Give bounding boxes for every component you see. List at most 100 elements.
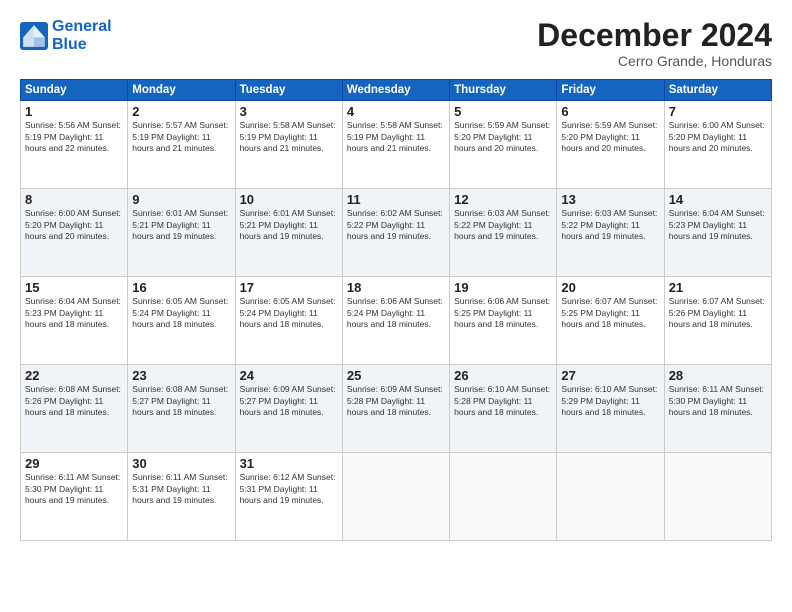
day-number: 24 [240, 368, 338, 383]
calendar-cell: 31Sunrise: 6:12 AM Sunset: 5:31 PM Dayli… [235, 453, 342, 541]
day-info: Sunrise: 5:58 AM Sunset: 5:19 PM Dayligh… [240, 120, 338, 154]
day-number: 10 [240, 192, 338, 207]
day-number: 25 [347, 368, 445, 383]
day-info: Sunrise: 5:57 AM Sunset: 5:19 PM Dayligh… [132, 120, 230, 154]
day-number: 31 [240, 456, 338, 471]
day-number: 27 [561, 368, 659, 383]
calendar-cell: 15Sunrise: 6:04 AM Sunset: 5:23 PM Dayli… [21, 277, 128, 365]
calendar-header-row: SundayMondayTuesdayWednesdayThursdayFrid… [21, 80, 772, 101]
header-day-saturday: Saturday [664, 80, 771, 101]
calendar-cell: 29Sunrise: 6:11 AM Sunset: 5:30 PM Dayli… [21, 453, 128, 541]
calendar-cell: 20Sunrise: 6:07 AM Sunset: 5:25 PM Dayli… [557, 277, 664, 365]
day-info: Sunrise: 6:06 AM Sunset: 5:24 PM Dayligh… [347, 296, 445, 330]
day-info: Sunrise: 6:03 AM Sunset: 5:22 PM Dayligh… [561, 208, 659, 242]
day-info: Sunrise: 5:56 AM Sunset: 5:19 PM Dayligh… [25, 120, 123, 154]
day-number: 29 [25, 456, 123, 471]
calendar-cell: 23Sunrise: 6:08 AM Sunset: 5:27 PM Dayli… [128, 365, 235, 453]
calendar-cell: 21Sunrise: 6:07 AM Sunset: 5:26 PM Dayli… [664, 277, 771, 365]
subtitle: Cerro Grande, Honduras [537, 53, 772, 69]
calendar-cell: 6Sunrise: 5:59 AM Sunset: 5:20 PM Daylig… [557, 101, 664, 189]
day-info: Sunrise: 6:00 AM Sunset: 5:20 PM Dayligh… [25, 208, 123, 242]
calendar-cell: 27Sunrise: 6:10 AM Sunset: 5:29 PM Dayli… [557, 365, 664, 453]
header: General Blue December 2024 Cerro Grande,… [20, 18, 772, 69]
calendar-week-row: 22Sunrise: 6:08 AM Sunset: 5:26 PM Dayli… [21, 365, 772, 453]
day-info: Sunrise: 6:11 AM Sunset: 5:30 PM Dayligh… [669, 384, 767, 418]
day-number: 19 [454, 280, 552, 295]
calendar: SundayMondayTuesdayWednesdayThursdayFrid… [20, 79, 772, 541]
day-number: 12 [454, 192, 552, 207]
day-info: Sunrise: 5:58 AM Sunset: 5:19 PM Dayligh… [347, 120, 445, 154]
day-number: 16 [132, 280, 230, 295]
day-number: 1 [25, 104, 123, 119]
day-number: 11 [347, 192, 445, 207]
day-number: 8 [25, 192, 123, 207]
calendar-cell [450, 453, 557, 541]
calendar-cell: 13Sunrise: 6:03 AM Sunset: 5:22 PM Dayli… [557, 189, 664, 277]
day-info: Sunrise: 6:04 AM Sunset: 5:23 PM Dayligh… [25, 296, 123, 330]
logo: General Blue [20, 18, 112, 53]
day-info: Sunrise: 6:07 AM Sunset: 5:25 PM Dayligh… [561, 296, 659, 330]
calendar-week-row: 8Sunrise: 6:00 AM Sunset: 5:20 PM Daylig… [21, 189, 772, 277]
calendar-cell: 30Sunrise: 6:11 AM Sunset: 5:31 PM Dayli… [128, 453, 235, 541]
calendar-cell: 10Sunrise: 6:01 AM Sunset: 5:21 PM Dayli… [235, 189, 342, 277]
day-info: Sunrise: 6:11 AM Sunset: 5:30 PM Dayligh… [25, 472, 123, 506]
day-number: 30 [132, 456, 230, 471]
day-number: 28 [669, 368, 767, 383]
day-info: Sunrise: 6:06 AM Sunset: 5:25 PM Dayligh… [454, 296, 552, 330]
logo-text: General Blue [52, 18, 112, 53]
day-info: Sunrise: 6:12 AM Sunset: 5:31 PM Dayligh… [240, 472, 338, 506]
day-number: 20 [561, 280, 659, 295]
header-day-tuesday: Tuesday [235, 80, 342, 101]
calendar-cell: 3Sunrise: 5:58 AM Sunset: 5:19 PM Daylig… [235, 101, 342, 189]
day-number: 21 [669, 280, 767, 295]
day-number: 26 [454, 368, 552, 383]
calendar-cell: 5Sunrise: 5:59 AM Sunset: 5:20 PM Daylig… [450, 101, 557, 189]
day-number: 18 [347, 280, 445, 295]
calendar-cell: 7Sunrise: 6:00 AM Sunset: 5:20 PM Daylig… [664, 101, 771, 189]
day-number: 4 [347, 104, 445, 119]
calendar-week-row: 29Sunrise: 6:11 AM Sunset: 5:30 PM Dayli… [21, 453, 772, 541]
header-day-thursday: Thursday [450, 80, 557, 101]
day-number: 15 [25, 280, 123, 295]
page: General Blue December 2024 Cerro Grande,… [0, 0, 792, 612]
day-number: 6 [561, 104, 659, 119]
day-number: 14 [669, 192, 767, 207]
calendar-cell [342, 453, 449, 541]
logo-line2: Blue [52, 36, 87, 53]
day-info: Sunrise: 5:59 AM Sunset: 5:20 PM Dayligh… [454, 120, 552, 154]
calendar-cell: 8Sunrise: 6:00 AM Sunset: 5:20 PM Daylig… [21, 189, 128, 277]
day-info: Sunrise: 6:08 AM Sunset: 5:27 PM Dayligh… [132, 384, 230, 418]
header-day-wednesday: Wednesday [342, 80, 449, 101]
calendar-cell: 16Sunrise: 6:05 AM Sunset: 5:24 PM Dayli… [128, 277, 235, 365]
title-block: December 2024 Cerro Grande, Honduras [537, 18, 772, 69]
day-number: 13 [561, 192, 659, 207]
day-number: 22 [25, 368, 123, 383]
calendar-week-row: 1Sunrise: 5:56 AM Sunset: 5:19 PM Daylig… [21, 101, 772, 189]
calendar-cell: 28Sunrise: 6:11 AM Sunset: 5:30 PM Dayli… [664, 365, 771, 453]
day-number: 7 [669, 104, 767, 119]
calendar-cell: 19Sunrise: 6:06 AM Sunset: 5:25 PM Dayli… [450, 277, 557, 365]
calendar-cell: 25Sunrise: 6:09 AM Sunset: 5:28 PM Dayli… [342, 365, 449, 453]
header-day-friday: Friday [557, 80, 664, 101]
calendar-cell: 17Sunrise: 6:05 AM Sunset: 5:24 PM Dayli… [235, 277, 342, 365]
day-number: 2 [132, 104, 230, 119]
day-info: Sunrise: 6:05 AM Sunset: 5:24 PM Dayligh… [240, 296, 338, 330]
header-day-sunday: Sunday [21, 80, 128, 101]
day-info: Sunrise: 6:01 AM Sunset: 5:21 PM Dayligh… [132, 208, 230, 242]
calendar-cell: 11Sunrise: 6:02 AM Sunset: 5:22 PM Dayli… [342, 189, 449, 277]
calendar-cell: 26Sunrise: 6:10 AM Sunset: 5:28 PM Dayli… [450, 365, 557, 453]
calendar-week-row: 15Sunrise: 6:04 AM Sunset: 5:23 PM Dayli… [21, 277, 772, 365]
day-info: Sunrise: 6:05 AM Sunset: 5:24 PM Dayligh… [132, 296, 230, 330]
logo-icon [20, 22, 48, 50]
calendar-cell [557, 453, 664, 541]
calendar-cell: 14Sunrise: 6:04 AM Sunset: 5:23 PM Dayli… [664, 189, 771, 277]
day-info: Sunrise: 6:09 AM Sunset: 5:28 PM Dayligh… [347, 384, 445, 418]
day-info: Sunrise: 6:04 AM Sunset: 5:23 PM Dayligh… [669, 208, 767, 242]
day-number: 5 [454, 104, 552, 119]
day-number: 17 [240, 280, 338, 295]
calendar-cell: 1Sunrise: 5:56 AM Sunset: 5:19 PM Daylig… [21, 101, 128, 189]
day-info: Sunrise: 6:10 AM Sunset: 5:28 PM Dayligh… [454, 384, 552, 418]
calendar-cell [664, 453, 771, 541]
calendar-cell: 9Sunrise: 6:01 AM Sunset: 5:21 PM Daylig… [128, 189, 235, 277]
calendar-cell: 4Sunrise: 5:58 AM Sunset: 5:19 PM Daylig… [342, 101, 449, 189]
